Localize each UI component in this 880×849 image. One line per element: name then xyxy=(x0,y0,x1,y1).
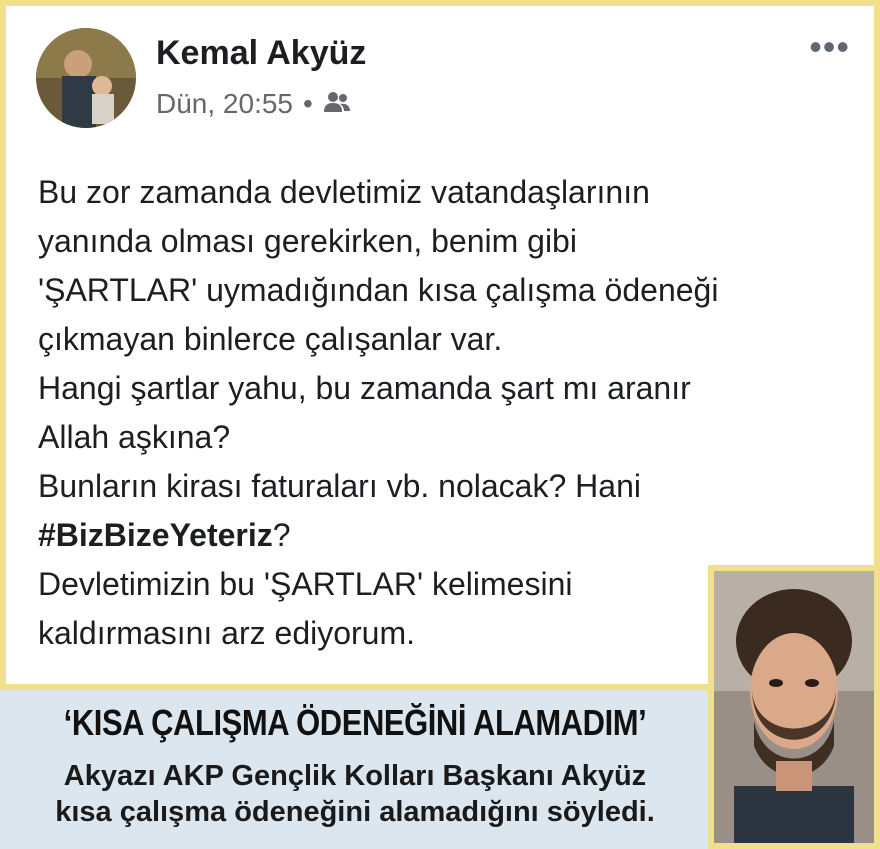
more-options-button[interactable]: ••• xyxy=(809,26,850,68)
post-line: Hangi şartlar yahu, bu zamanda şart mı a… xyxy=(38,370,691,406)
post-line: Allah aşkına? xyxy=(38,419,231,455)
post-meta: Dün, 20:55 • xyxy=(156,88,351,120)
post-line: yanında olması gerekirken, benim gibi xyxy=(38,223,577,259)
author-name[interactable]: Kemal Akyüz xyxy=(156,34,366,73)
caption-headline: ‘KISA ÇALIŞMA ÖDENEĞİNİ ALAMADIM’ xyxy=(63,702,647,743)
hashtag-line: #BizBizeYeteriz? xyxy=(38,511,878,560)
post-line: çıkmayan binlerce çalışanlar var. xyxy=(38,321,503,357)
post-line: Bunların kirası faturaları vb. nolacak? … xyxy=(38,468,641,504)
friends-icon xyxy=(323,88,351,120)
caption-subtitle: Akyazı AKP Gençlik Kolları Başkanı Akyüz… xyxy=(0,758,710,830)
caption-subtitle-line: kısa çalışma ödeneğini alamadığını söyle… xyxy=(55,796,655,828)
caption-subtitle-line: Akyazı AKP Gençlik Kolları Başkanı Akyüz xyxy=(63,760,647,792)
hashtag-link[interactable]: #BizBizeYeteriz xyxy=(38,517,273,553)
hashtag-suffix: ? xyxy=(272,517,291,553)
post-time[interactable]: Dün, 20:55 xyxy=(156,88,293,120)
author-avatar[interactable] xyxy=(36,28,136,128)
meta-separator: • xyxy=(303,88,313,119)
post-line: Bu zor zamanda devletimiz vatandaşlarını… xyxy=(38,174,650,210)
news-caption: ‘KISA ÇALIŞMA ÖDENEĞİNİ ALAMADIM’ Akyazı… xyxy=(0,690,710,849)
post-line: 'ŞARTLAR' uymadığından kısa çalışma öden… xyxy=(38,272,719,308)
portrait-photo xyxy=(708,565,880,849)
